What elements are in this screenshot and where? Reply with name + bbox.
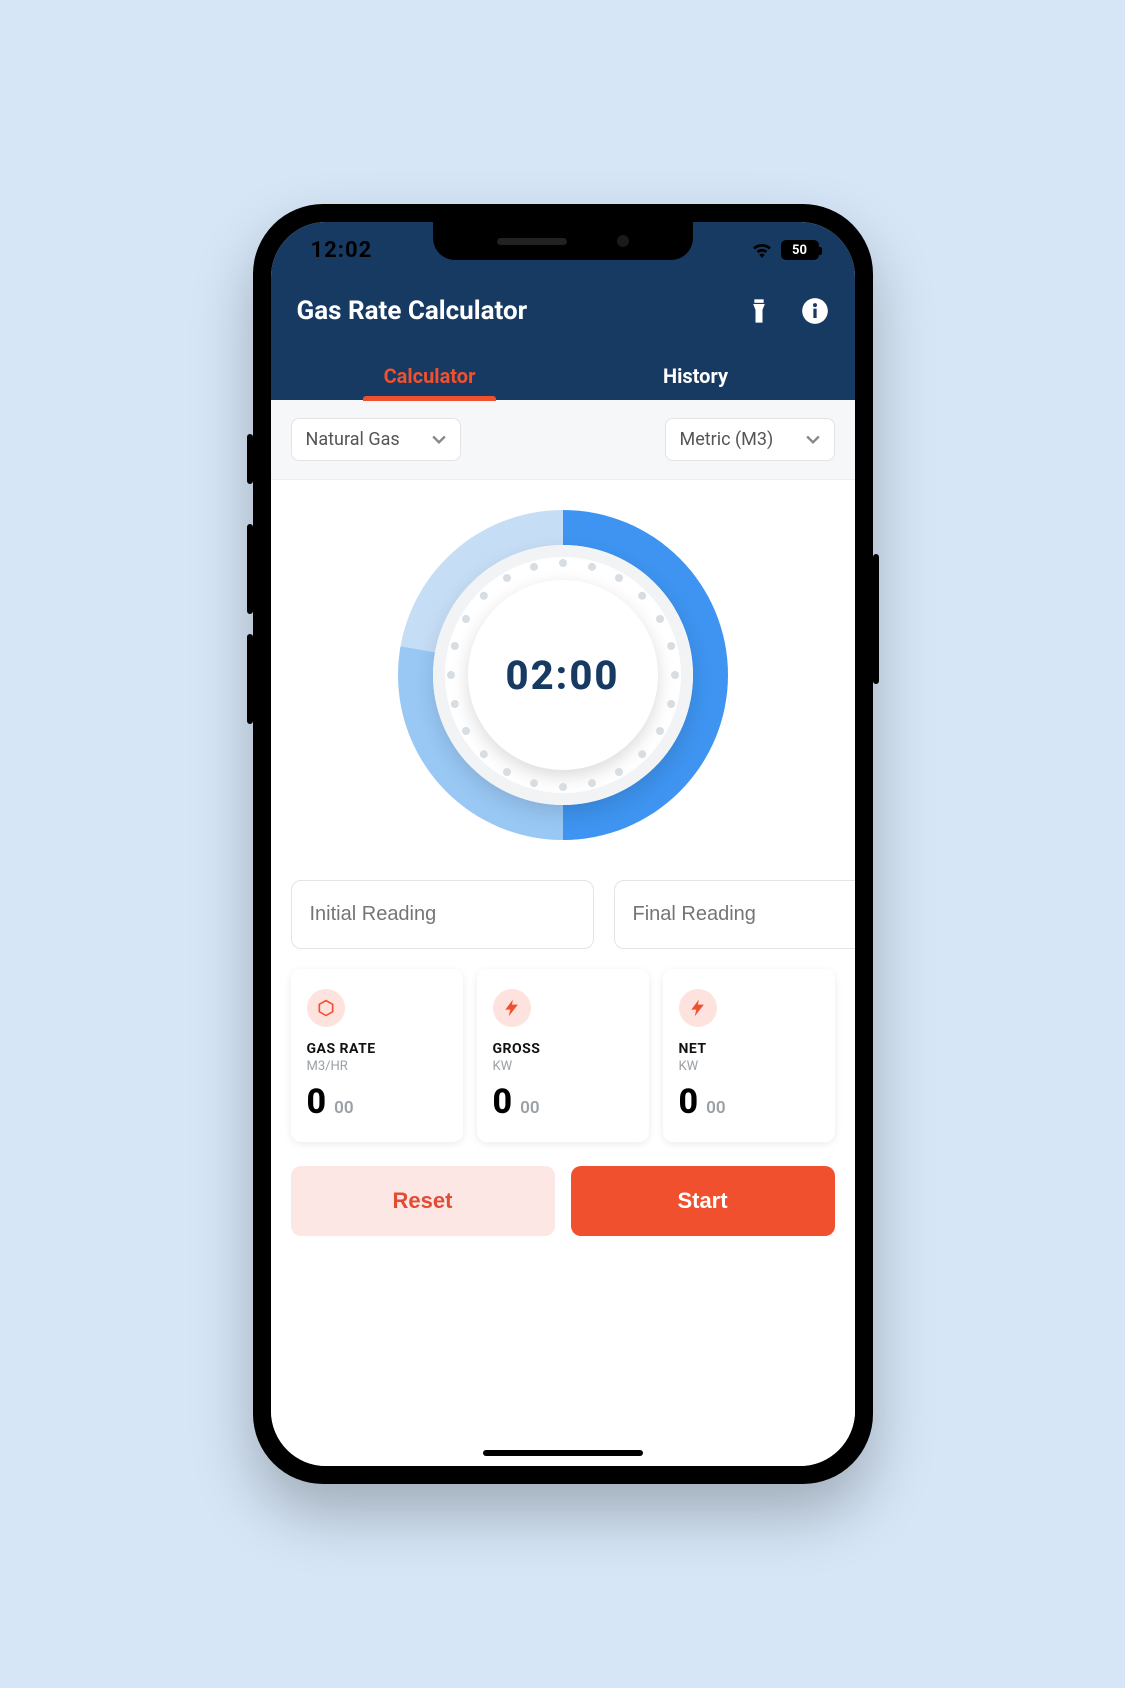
app-header: Gas Rate Calculator Calculator History	[271, 278, 855, 400]
gross-card: GROSS KW 000	[477, 969, 649, 1142]
chevron-down-icon	[432, 433, 446, 447]
gas-type-dropdown[interactable]: Natural Gas	[291, 418, 461, 461]
tabs: Calculator History	[297, 352, 829, 400]
main-content: 02:00 GAS RATE M3/HR 000 GROSS KW	[271, 480, 855, 1466]
chevron-down-icon	[806, 433, 820, 447]
flashlight-icon[interactable]	[745, 297, 773, 325]
cube-icon	[307, 989, 345, 1027]
reset-button[interactable]: Reset	[291, 1166, 555, 1236]
page-title: Gas Rate Calculator	[297, 296, 528, 326]
timer-ring: 02:00	[398, 510, 728, 840]
gas-type-value: Natural Gas	[306, 429, 400, 450]
tab-calculator[interactable]: Calculator	[297, 352, 563, 400]
options-bar: Natural Gas Metric (M3)	[271, 400, 855, 480]
net-card: NET KW 000	[663, 969, 835, 1142]
status-time: 12:02	[311, 238, 373, 263]
bolt-icon	[493, 989, 531, 1027]
home-indicator[interactable]	[483, 1450, 643, 1456]
notch	[433, 222, 693, 260]
start-button[interactable]: Start	[571, 1166, 835, 1236]
phone-frame: 12:02 50 Gas Rate Calculator Calculator …	[253, 204, 873, 1484]
final-reading-input[interactable]	[614, 880, 855, 949]
battery-icon: 50	[781, 240, 819, 260]
screen: 12:02 50 Gas Rate Calculator Calculator …	[271, 222, 855, 1466]
wifi-icon	[751, 242, 773, 258]
bolt-icon	[679, 989, 717, 1027]
initial-reading-input[interactable]	[291, 880, 594, 949]
unit-dropdown[interactable]: Metric (M3)	[665, 418, 835, 461]
info-icon[interactable]	[801, 297, 829, 325]
tab-history[interactable]: History	[563, 352, 829, 400]
unit-value: Metric (M3)	[680, 429, 774, 450]
gas-rate-card: GAS RATE M3/HR 000	[291, 969, 463, 1142]
